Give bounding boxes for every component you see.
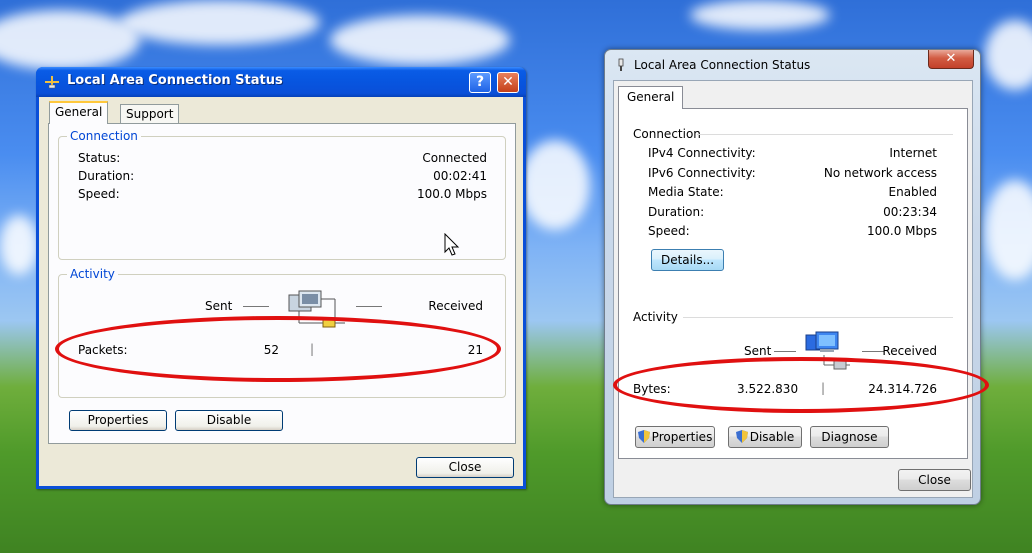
w7-status-window: Local Area Connection Status ✕ General C… bbox=[604, 49, 981, 505]
received-label: Received bbox=[428, 299, 483, 313]
xp-window-body: General Support Connection Status: Conne… bbox=[39, 97, 523, 486]
activity-group: Activity Sent Received Packets: 52 | 21 bbox=[58, 267, 506, 398]
disable-button[interactable]: Disable bbox=[175, 410, 283, 431]
diagnose-button[interactable]: Diagnose bbox=[810, 426, 889, 448]
details-button[interactable]: Details... bbox=[651, 249, 724, 271]
speed-value: 100.0 Mbps bbox=[416, 187, 487, 201]
w7-window-body: General Connection IPv4 Connectivity: In… bbox=[613, 80, 973, 498]
activity-legend: Activity bbox=[67, 267, 118, 281]
network-connection-icon bbox=[618, 58, 624, 71]
ipv4-label: IPv4 Connectivity: bbox=[648, 146, 756, 160]
close-button[interactable]: Close bbox=[898, 469, 971, 491]
help-button[interactable]: ? bbox=[469, 72, 491, 93]
uac-shield-icon bbox=[735, 430, 748, 443]
status-value: Connected bbox=[422, 151, 487, 165]
speed-label: Speed: bbox=[78, 187, 120, 201]
speed-label: Speed: bbox=[648, 224, 690, 238]
tab-general[interactable]: General bbox=[49, 101, 109, 124]
ipv4-value: Internet bbox=[889, 146, 937, 160]
ipv6-label: IPv6 Connectivity: bbox=[648, 166, 756, 180]
properties-button[interactable]: Properties bbox=[635, 426, 715, 448]
sent-label: Sent bbox=[205, 299, 233, 313]
connection-group: Connection Status: Connected Duration: 0… bbox=[58, 129, 506, 260]
received-divider bbox=[356, 306, 382, 307]
duration-label: Duration: bbox=[648, 205, 705, 219]
status-label: Status: bbox=[78, 151, 121, 165]
packets-separator: | bbox=[310, 342, 315, 356]
w7-general-page: Connection IPv4 Connectivity: Internet I… bbox=[618, 108, 968, 459]
packets-label: Packets: bbox=[78, 343, 128, 357]
duration-value: 00:02:41 bbox=[433, 169, 487, 183]
xp-title-bar[interactable]: Local Area Connection Status ? ✕ bbox=[36, 67, 526, 97]
disable-button-label: Disable bbox=[749, 430, 795, 444]
activity-heading: Activity bbox=[633, 310, 678, 324]
disable-button[interactable]: Disable bbox=[728, 426, 802, 448]
bytes-separator: | bbox=[821, 381, 826, 395]
bytes-label: Bytes: bbox=[633, 382, 671, 396]
network-activity-icon bbox=[805, 331, 850, 370]
uac-shield-icon bbox=[637, 430, 650, 443]
sent-divider bbox=[774, 351, 796, 352]
media-state-value: Enabled bbox=[888, 185, 938, 199]
network-activity-icon bbox=[288, 290, 345, 328]
connection-heading: Connection bbox=[633, 127, 701, 141]
received-label: Received bbox=[882, 344, 937, 358]
mouse-pointer-icon bbox=[444, 233, 460, 256]
close-window-button[interactable]: ✕ bbox=[928, 50, 974, 69]
properties-button-label: Properties bbox=[651, 430, 713, 444]
connection-divider bbox=[697, 134, 953, 135]
media-state-label: Media State: bbox=[648, 185, 724, 199]
activity-divider bbox=[683, 317, 953, 318]
network-connection-icon bbox=[45, 76, 59, 89]
tab-support[interactable]: Support bbox=[120, 104, 180, 123]
properties-button[interactable]: Properties bbox=[69, 410, 167, 431]
duration-value: 00:23:34 bbox=[883, 205, 937, 219]
close-button[interactable]: Close bbox=[416, 457, 514, 478]
received-divider bbox=[862, 351, 884, 352]
packets-sent-value: 52 bbox=[263, 343, 279, 357]
sent-divider bbox=[243, 306, 269, 307]
ipv6-value: No network access bbox=[823, 166, 937, 180]
sent-label: Sent bbox=[744, 344, 772, 358]
bytes-sent-value: 3.522.830 bbox=[737, 382, 799, 396]
xp-status-window: Local Area Connection Status ? ✕ General… bbox=[36, 67, 526, 489]
duration-label: Duration: bbox=[78, 169, 135, 183]
w7-window-title: Local Area Connection Status bbox=[634, 58, 811, 72]
connection-legend: Connection bbox=[67, 129, 141, 143]
xp-general-page: Connection Status: Connected Duration: 0… bbox=[48, 123, 516, 444]
bytes-received-value: 24.314.726 bbox=[868, 382, 937, 396]
tab-general[interactable]: General bbox=[618, 86, 684, 109]
xp-window-title: Local Area Connection Status bbox=[67, 73, 283, 88]
close-window-button[interactable]: ✕ bbox=[497, 72, 519, 93]
packets-received-value: 21 bbox=[467, 343, 483, 357]
speed-value: 100.0 Mbps bbox=[866, 224, 937, 238]
